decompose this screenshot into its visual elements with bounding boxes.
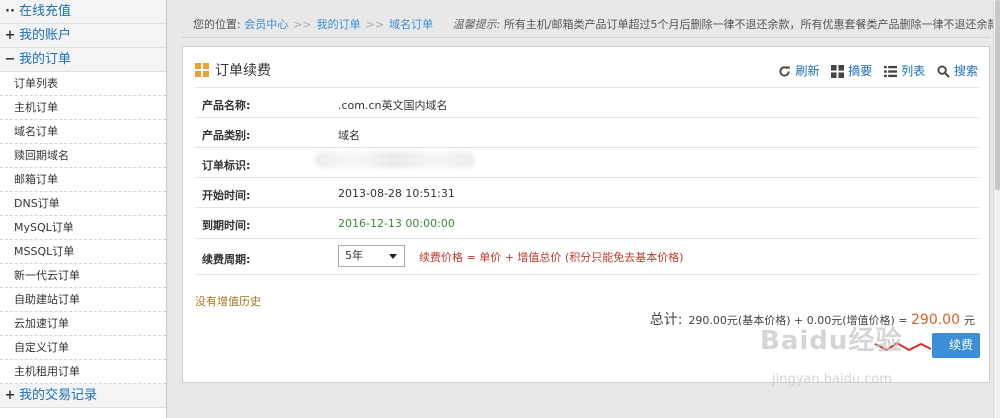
sidebar-subitem-hosting-rental-orders[interactable]: 主机租用订单 [0, 360, 166, 384]
refresh-label: 刷新 [795, 64, 820, 78]
baidu-watermark: Baidu经验 [760, 326, 903, 356]
sidebar-item-label: 我的账户 [19, 28, 72, 43]
tip-text: 所有主机/邮箱类产品订单超过5个月后删除一律不退还余款，所有优惠套餐类产品删除一… [503, 18, 999, 31]
total-unit: 元 [964, 314, 975, 327]
breadcrumb-separator: >> [365, 18, 385, 31]
dots-icon: ·· [5, 4, 15, 19]
total-label: 总计: [649, 312, 683, 328]
search-label: 搜索 [953, 64, 978, 78]
tip-label: 温馨提示: [452, 18, 501, 31]
product-name-label: 产品名称: [202, 99, 251, 112]
divider [182, 37, 990, 38]
sidebar-subitem-redemption-domains[interactable]: 赎回期域名 [0, 144, 166, 168]
renewal-period-selected: 5年 [345, 249, 363, 262]
breadcrumb: 您的位置: 会员中心 >> 我的订单 >> 域名订单 温馨提示: 所有主机/邮箱类产品订… [193, 16, 999, 32]
chevron-down-icon [389, 254, 397, 259]
renew-button[interactable]: 续费 [932, 333, 980, 358]
field-row-order-id: 订单标识: [195, 148, 979, 178]
end-time-label: 到期时间: [202, 219, 251, 232]
breadcrumb-prefix: 您的位置: [193, 18, 241, 31]
start-time-label: 开始时间: [202, 189, 251, 202]
sidebar-subitem-host-orders[interactable]: 主机订单 [0, 96, 166, 120]
product-type-value: 域名 [338, 129, 360, 142]
collapse-icon: − [4, 52, 16, 67]
field-row-product-name: 产品名称: .com.cn英文国内域名 [195, 88, 979, 118]
sidebar-item-account[interactable]: + 我的账户 [0, 24, 166, 48]
search-button[interactable]: 搜索 [937, 64, 978, 78]
sidebar-subitem-cloud-orders[interactable]: 新一代云订单 [0, 264, 166, 288]
sidebar-item-orders[interactable]: − 我的订单 [0, 48, 166, 72]
expand-icon: + [4, 28, 16, 43]
sidebar-subitem-mysql-orders[interactable]: MySQL订单 [0, 216, 166, 240]
start-time-value: 2013-08-28 10:51:31 [338, 187, 455, 200]
redacted-order-id [315, 152, 475, 168]
renewal-period-label: 续费周期: [202, 253, 251, 266]
sidebar-item-label: 我的交易记录 [19, 388, 98, 403]
price-formula: 续费价格 = 单价 + 增值总价 (积分只能免去基本价格) [419, 251, 684, 264]
breadcrumb-link-member-center[interactable]: 会员中心 [244, 18, 288, 31]
refresh-button[interactable]: 刷新 [778, 64, 823, 78]
renewal-period-select[interactable]: 5年 [338, 245, 405, 267]
sidebar-subitem-cdn-orders[interactable]: 云加速订单 [0, 312, 166, 336]
scrollbar-thumb[interactable] [995, 0, 1000, 190]
end-time-value: 2016-12-13 00:00:00 [338, 217, 455, 230]
grid-icon [195, 63, 209, 77]
sidebar-subitem-mssql-orders[interactable]: MSSQL订单 [0, 240, 166, 264]
sidebar-subitem-sitebuilder-orders[interactable]: 自助建站订单 [0, 288, 166, 312]
breadcrumb-link-domain-orders[interactable]: 域名订单 [389, 18, 433, 31]
breadcrumb-link-my-orders[interactable]: 我的订单 [317, 18, 361, 31]
sidebar-subitem-custom-orders[interactable]: 自定义订单 [0, 336, 166, 360]
panel-title-text: 订单续费 [215, 63, 271, 79]
expand-icon: + [4, 388, 16, 403]
breadcrumb-separator: >> [293, 18, 312, 31]
sidebar-item-label: 在线充值 [19, 4, 72, 19]
list-icon [884, 65, 898, 78]
refresh-icon [779, 66, 791, 77]
sidebar-subitem-mail-orders[interactable]: 邮箱订单 [0, 168, 166, 192]
baidu-watermark-url: jingyan.baidu.com [772, 372, 892, 387]
sidebar-item-transactions[interactable]: + 我的交易记录 [0, 384, 166, 408]
product-type-label: 产品类别: [202, 129, 251, 142]
no-addon-history-link[interactable]: 没有增值历史 [195, 293, 261, 309]
vertical-scrollbar[interactable] [993, 0, 1000, 418]
order-id-label: 订单标识: [202, 159, 251, 172]
field-row-renewal-period: 续费周期: 5年 续费价格 = 单价 + 增值总价 (积分只能免去基本价格) [195, 239, 979, 275]
field-row-end-time: 到期时间: 2016-12-13 00:00:00 [195, 208, 979, 239]
sidebar-subitem-domain-orders[interactable]: 域名订单 [0, 120, 166, 144]
total-amount: 290.00 [911, 312, 960, 328]
sidebar-subitem-dns-orders[interactable]: DNS订单 [0, 192, 166, 216]
field-row-product-type: 产品类别: 域名 [195, 118, 979, 148]
product-name-value: .com.cn英文国内域名 [338, 99, 448, 112]
panel-title: 订单续费 [195, 61, 271, 81]
summary-button[interactable]: 摘要 [831, 64, 876, 78]
search-icon [937, 65, 950, 78]
list-label: 列表 [901, 64, 926, 78]
summary-label: 摘要 [848, 64, 873, 78]
sidebar-item-recharge[interactable]: ·· 在线充值 [0, 0, 166, 24]
sidebar-item-label: 我的订单 [19, 52, 72, 67]
summary-icon [831, 65, 845, 78]
field-row-start-time: 开始时间: 2013-08-28 10:51:31 [195, 178, 979, 208]
list-button[interactable]: 列表 [884, 64, 929, 78]
panel-toolbar: 刷新 摘要 列表 搜索 [770, 61, 978, 81]
sidebar-subitem-order-list[interactable]: 订单列表 [0, 72, 166, 96]
sidebar: ·· 在线充值 + 我的账户 − 我的订单 订单列表 主机订单 域名订单 赎回期域名 … [0, 0, 167, 418]
